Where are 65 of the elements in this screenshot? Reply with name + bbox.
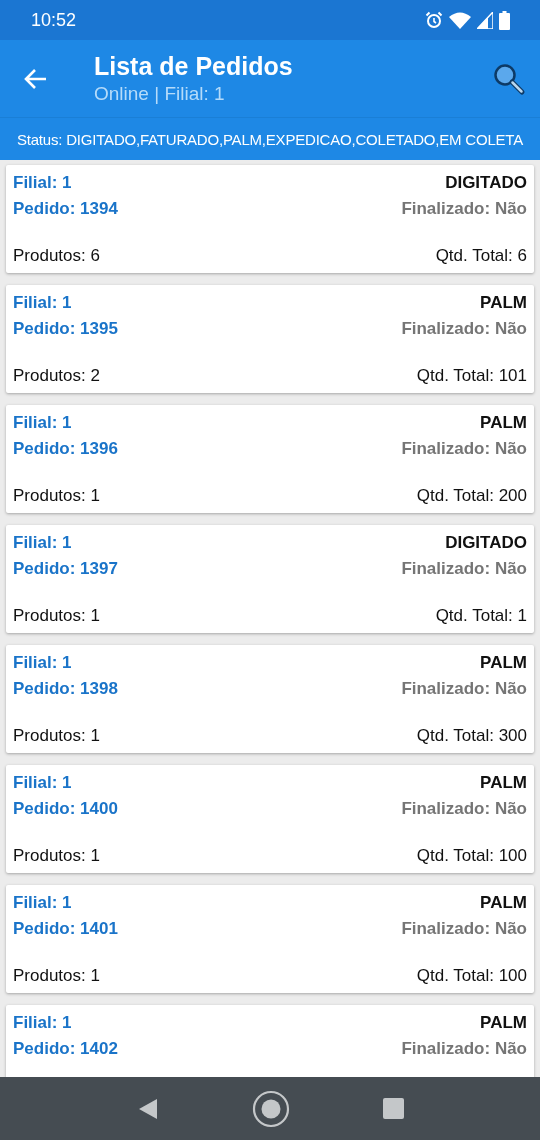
total-quantity: Qtd. Total: 300 xyxy=(416,726,527,746)
order-status: PALM xyxy=(480,773,527,793)
finalized-label: Finalizado: Não xyxy=(401,319,527,339)
products-count: Produtos: 1 xyxy=(13,846,100,866)
order-status: DIGITADO xyxy=(445,173,527,193)
order-status: PALM xyxy=(480,893,527,913)
order-card[interactable]: Filial: 1 DIGITADO Pedido: 1397 Finalizado: Não Produtos: 1 Qtd. Total: 1 xyxy=(6,525,534,633)
wifi-icon xyxy=(449,11,471,29)
products-count: Produtos: 1 xyxy=(13,966,100,986)
branch-label: Filial: 1 xyxy=(13,413,72,433)
products-count: Produtos: 1 xyxy=(13,486,100,506)
recents-icon[interactable] xyxy=(382,1098,404,1119)
finalized-label: Finalizado: Não xyxy=(401,439,527,459)
products-count: Produtos: 6 xyxy=(13,246,100,266)
branch-label: Filial: 1 xyxy=(13,1013,72,1033)
signal-icon xyxy=(477,11,493,29)
branch-label: Filial: 1 xyxy=(13,173,72,193)
screen-subtitle: Online | Filial: 1 xyxy=(94,83,226,105)
order-number: Pedido: 1402 xyxy=(13,1039,118,1059)
order-card[interactable]: Filial: 1 PALM Pedido: 1402 Finalizado: Não xyxy=(6,1005,534,1077)
finalized-label: Finalizado: Não xyxy=(401,559,527,579)
products-count: Produtos: 1 xyxy=(13,726,100,746)
branch-label: Filial: 1 xyxy=(13,773,72,793)
order-status: PALM xyxy=(480,1013,527,1033)
screen-title: Lista de Pedidos xyxy=(94,52,293,81)
finalized-label: Finalizado: Não xyxy=(401,1039,527,1059)
total-quantity: Qtd. Total: 200 xyxy=(416,486,527,506)
branch-label: Filial: 1 xyxy=(13,653,72,673)
battery-icon xyxy=(499,10,510,30)
search-icon[interactable] xyxy=(492,61,526,96)
order-card[interactable]: Filial: 1 PALM Pedido: 1398 Finalizado: Não Produtos: 1 Qtd. Total: 300 xyxy=(6,645,534,753)
total-quantity: Qtd. Total: 6 xyxy=(435,246,527,266)
order-number: Pedido: 1401 xyxy=(13,919,118,939)
products-count: Produtos: 2 xyxy=(13,366,100,386)
order-card[interactable]: Filial: 1 DIGITADO Pedido: 1394 Finalizado: Não Produtos: 6 Qtd. Total: 6 xyxy=(6,165,534,273)
products-count: Produtos: 1 xyxy=(13,606,100,626)
order-status: PALM xyxy=(480,653,527,673)
order-card[interactable]: Filial: 1 PALM Pedido: 1400 Finalizado: Não Produtos: 1 Qtd. Total: 100 xyxy=(6,765,534,873)
order-number: Pedido: 1396 xyxy=(13,439,118,459)
order-card[interactable]: Filial: 1 PALM Pedido: 1401 Finalizado: Não Produtos: 1 Qtd. Total: 100 xyxy=(6,885,534,993)
branch-label: Filial: 1 xyxy=(13,533,72,553)
finalized-label: Finalizado: Não xyxy=(401,679,527,699)
finalized-label: Finalizado: Não xyxy=(401,199,527,219)
order-card[interactable]: Filial: 1 PALM Pedido: 1395 Finalizado: Não Produtos: 2 Qtd. Total: 101 xyxy=(6,285,534,393)
order-card[interactable]: Filial: 1 PALM Pedido: 1396 Finalizado: Não Produtos: 1 Qtd. Total: 200 xyxy=(6,405,534,513)
order-status: PALM xyxy=(480,293,527,313)
order-number: Pedido: 1400 xyxy=(13,799,118,819)
order-number: Pedido: 1397 xyxy=(13,559,118,579)
clock-time: 10:52 xyxy=(31,9,77,31)
alarm-icon xyxy=(425,11,443,29)
home-icon[interactable] xyxy=(251,1089,290,1128)
order-number: Pedido: 1398 xyxy=(13,679,118,699)
total-quantity: Qtd. Total: 1 xyxy=(435,606,527,626)
finalized-label: Finalizado: Não xyxy=(401,799,527,819)
finalized-label: Finalizado: Não xyxy=(401,919,527,939)
order-number: Pedido: 1395 xyxy=(13,319,118,339)
branch-label: Filial: 1 xyxy=(13,893,72,913)
status-filter-text: Status: DIGITADO,FATURADO,PALM,EXPEDICAO,COLETADO,EM COLETA xyxy=(0,118,540,160)
order-status: PALM xyxy=(480,413,527,433)
order-status: DIGITADO xyxy=(445,533,527,553)
total-quantity: Qtd. Total: 101 xyxy=(416,366,527,386)
total-quantity: Qtd. Total: 100 xyxy=(416,966,527,986)
order-number: Pedido: 1394 xyxy=(13,199,118,219)
total-quantity: Qtd. Total: 100 xyxy=(416,846,527,866)
branch-label: Filial: 1 xyxy=(13,293,72,313)
